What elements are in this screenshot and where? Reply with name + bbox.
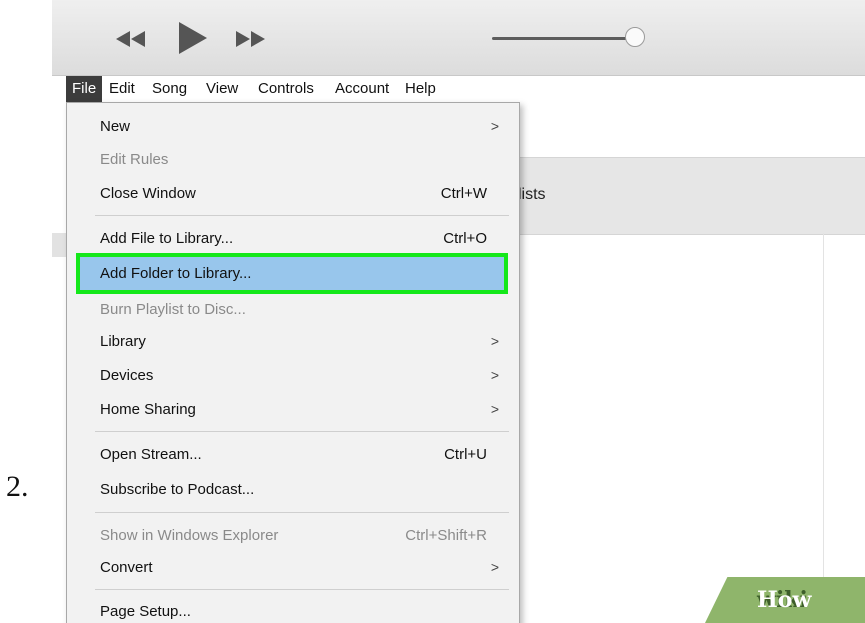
menu-item-label: Burn Playlist to Disc...	[100, 301, 246, 318]
menu-item-add-folder-to-library[interactable]: Add Folder to Library...	[76, 253, 508, 294]
menu-song[interactable]: Song	[146, 76, 193, 102]
menu-item-page-setup[interactable]: Page Setup...	[67, 597, 519, 623]
menu-item-edit-rules: Edit Rules	[67, 145, 519, 174]
menu-help[interactable]: Help	[399, 76, 442, 102]
menu-item-close-window[interactable]: Close Window Ctrl+W	[67, 179, 519, 208]
menu-item-shortcut: Ctrl+W	[440, 185, 487, 202]
submenu-arrow-icon: >	[490, 333, 499, 349]
menu-item-label: New	[100, 118, 131, 135]
submenu-arrow-icon: >	[490, 401, 499, 417]
menu-item-shortcut: Ctrl+U	[444, 446, 487, 463]
menu-item-new[interactable]: New >	[67, 112, 519, 141]
content-header-label: lists	[518, 186, 546, 203]
menu-bar: File Edit Song View Controls Account Hel…	[52, 76, 865, 102]
menu-item-label: Add Folder to Library...	[100, 265, 252, 282]
menu-item-shortcut: Ctrl+O	[443, 230, 487, 247]
menu-item-devices[interactable]: Devices >	[67, 361, 519, 390]
menu-item-shortcut: Ctrl+Shift+R	[405, 527, 487, 544]
menu-item-label: Show in Windows Explorer	[100, 527, 279, 544]
fast-forward-icon[interactable]	[234, 29, 268, 49]
menu-item-burn-playlist: Burn Playlist to Disc...	[67, 295, 519, 324]
submenu-arrow-icon: >	[490, 118, 499, 134]
menu-edit[interactable]: Edit	[103, 76, 141, 102]
player-toolbar	[52, 0, 865, 76]
menu-separator	[95, 215, 509, 216]
menu-item-subscribe-podcast[interactable]: Subscribe to Podcast...	[67, 475, 519, 504]
menu-item-open-stream[interactable]: Open Stream... Ctrl+U	[67, 440, 519, 469]
watermark-how: How	[757, 587, 812, 613]
menu-item-add-file-to-library[interactable]: Add File to Library... Ctrl+O	[67, 224, 519, 253]
volume-slider-knob[interactable]	[625, 27, 645, 47]
menu-item-label: Devices	[100, 367, 154, 384]
sidebar-edge	[52, 233, 67, 257]
volume-slider-track[interactable]	[492, 37, 632, 40]
step-number: 2.	[6, 470, 29, 503]
menu-item-label: Close Window	[100, 185, 196, 202]
menu-item-home-sharing[interactable]: Home Sharing >	[67, 395, 519, 424]
menu-file[interactable]: File	[66, 76, 103, 102]
menu-item-label: Open Stream...	[100, 446, 202, 463]
menu-item-label: Subscribe to Podcast...	[100, 481, 255, 498]
menu-item-convert[interactable]: Convert >	[67, 553, 519, 582]
menu-item-library[interactable]: Library >	[67, 327, 519, 356]
rewind-icon[interactable]	[114, 29, 148, 49]
menu-item-label: Home Sharing	[100, 401, 196, 418]
menu-separator	[95, 431, 509, 432]
menu-view[interactable]: View	[200, 76, 244, 102]
menu-item-label: Add File to Library...	[100, 230, 234, 247]
submenu-arrow-icon: >	[490, 559, 499, 575]
menu-separator	[95, 589, 509, 590]
pane-divider	[823, 233, 824, 623]
file-menu-dropdown: New > Edit Rules Close Window Ctrl+W Add…	[66, 102, 520, 623]
submenu-arrow-icon: >	[490, 367, 499, 383]
menu-item-label: Edit Rules	[100, 151, 169, 168]
wikihow-watermark: wiki How	[705, 577, 865, 623]
menu-account[interactable]: Account	[329, 76, 395, 102]
menu-separator	[95, 512, 509, 513]
play-icon[interactable]	[177, 20, 209, 56]
menu-item-show-in-explorer: Show in Windows Explorer Ctrl+Shift+R	[67, 521, 519, 550]
menu-item-label: Page Setup...	[100, 603, 191, 620]
menu-item-label: Library	[100, 333, 146, 350]
itunes-window: File Edit Song View Controls Account Hel…	[52, 0, 865, 623]
menu-controls[interactable]: Controls	[252, 76, 320, 102]
menu-item-label: Convert	[100, 559, 153, 576]
